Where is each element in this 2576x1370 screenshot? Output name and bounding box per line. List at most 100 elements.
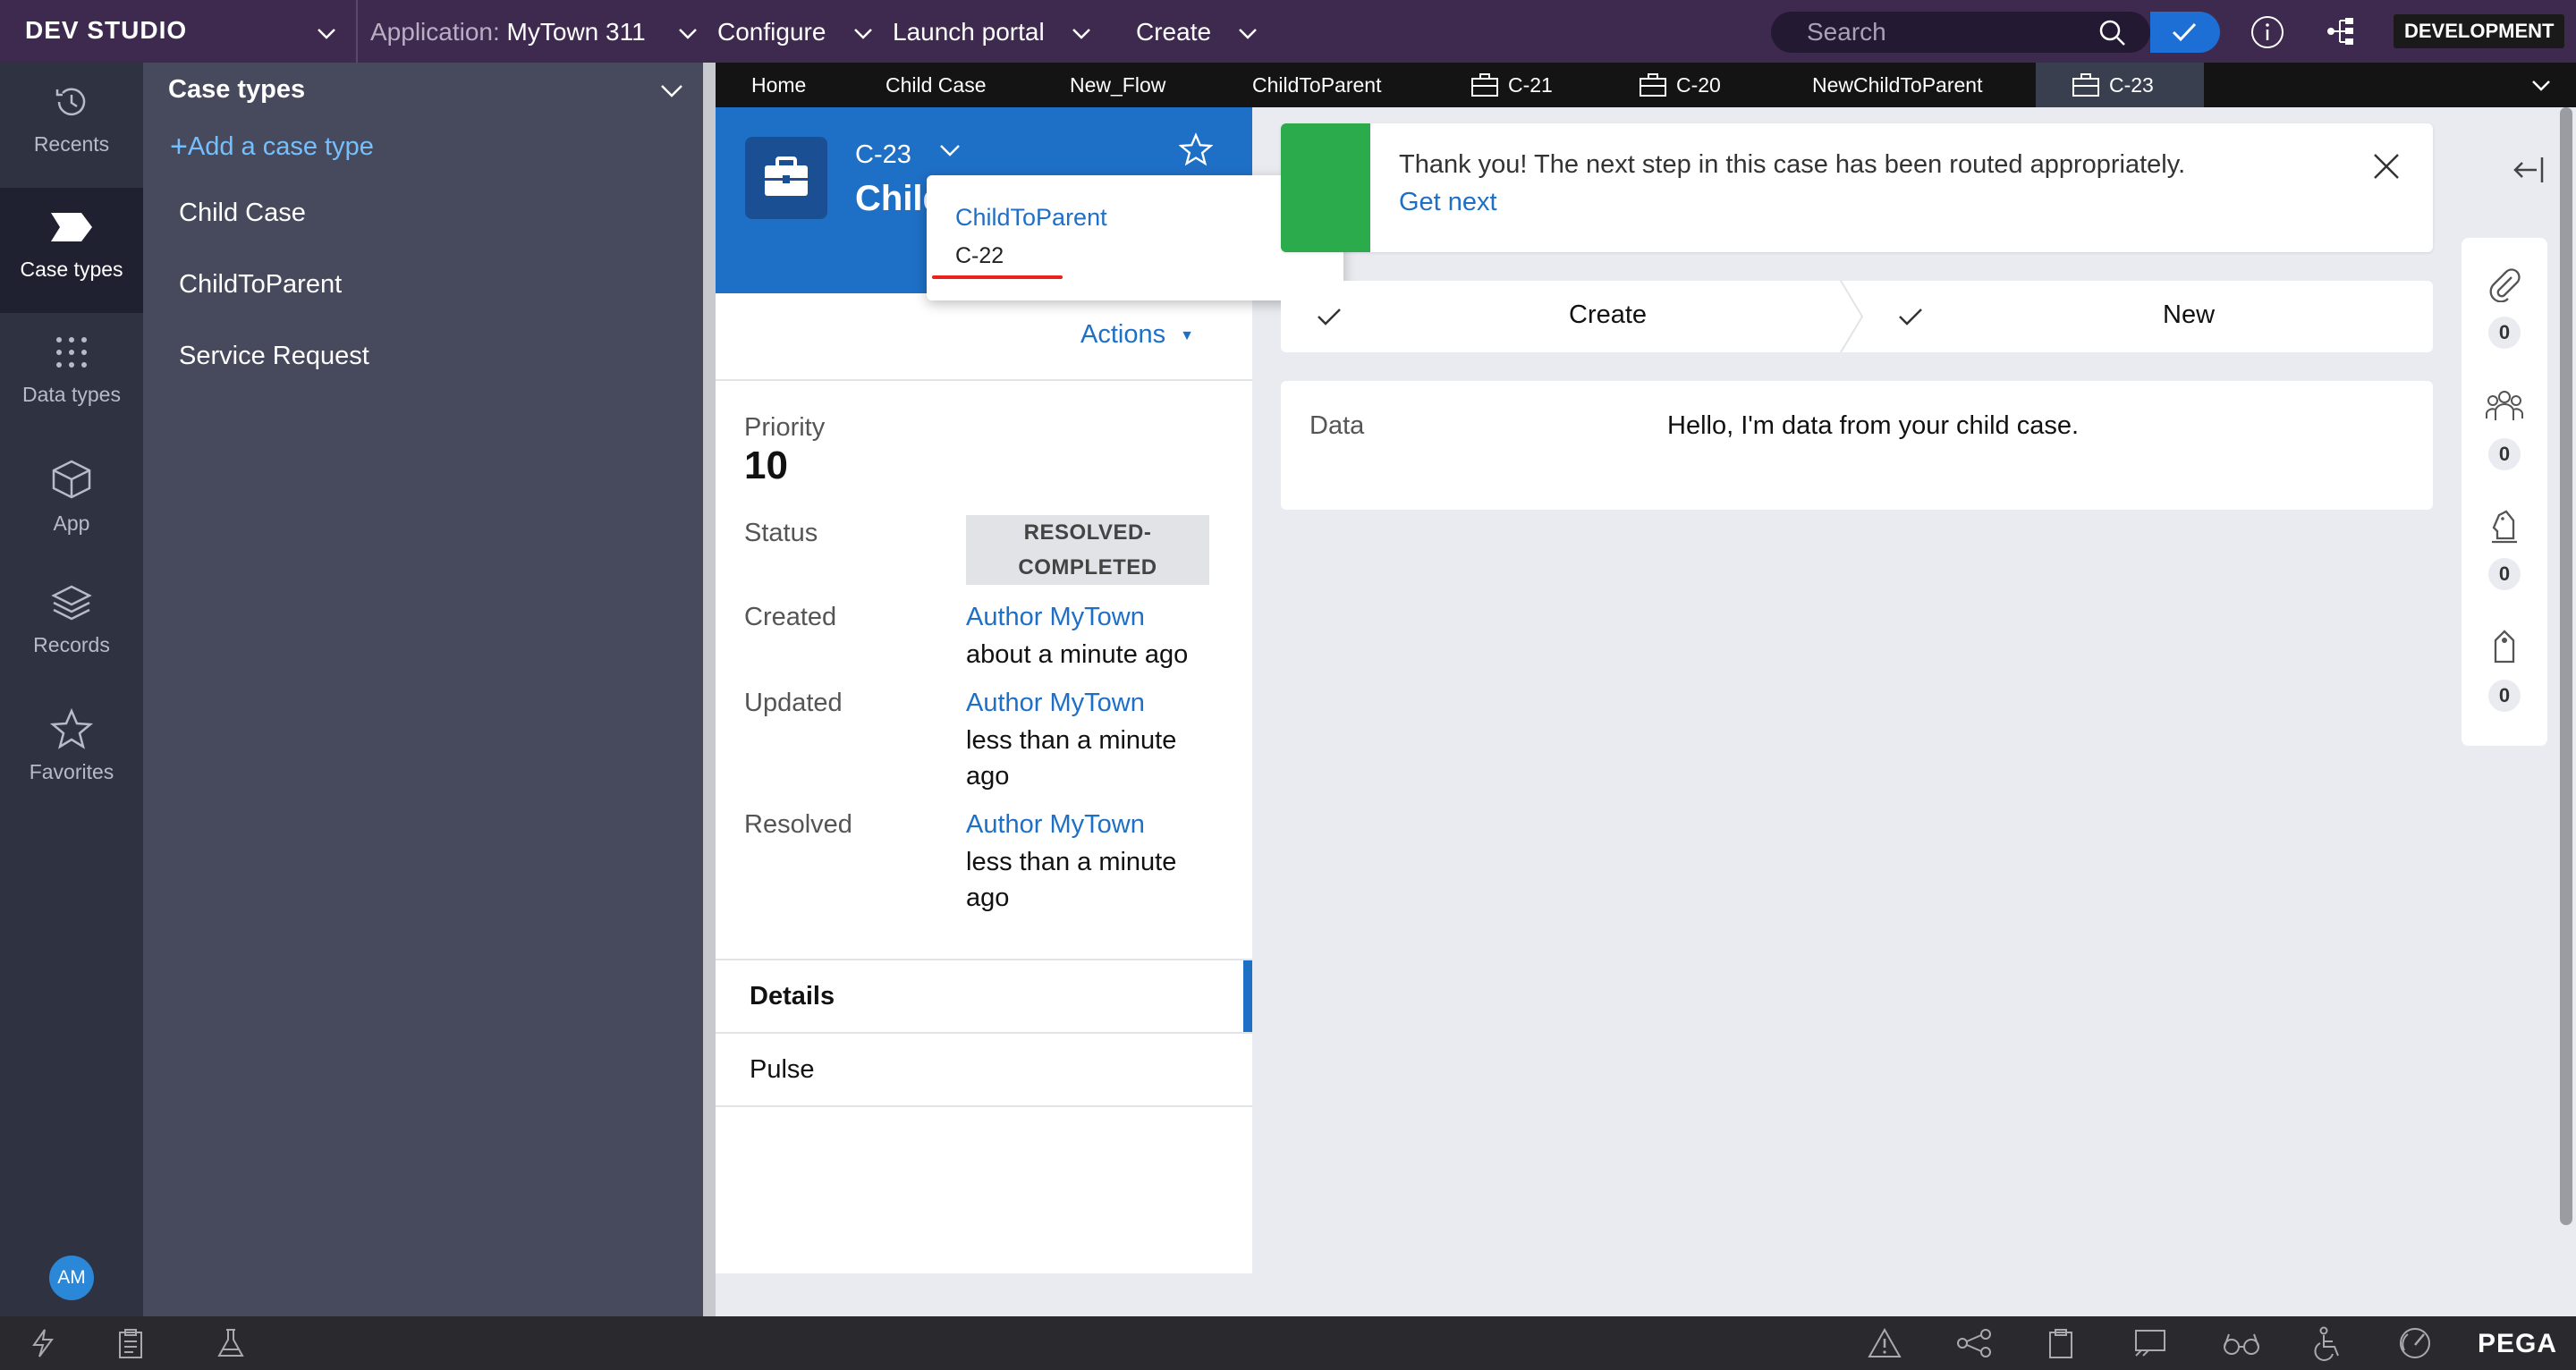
- collapse-panel-icon[interactable]: [2512, 154, 2547, 186]
- tab-newchildtoparent[interactable]: NewChildToParent: [1812, 63, 1982, 107]
- priority-label: Priority: [744, 413, 826, 442]
- utilities-panel: 0 0 0 0: [2462, 238, 2547, 746]
- updated-by-link[interactable]: Author MyTown: [966, 689, 1145, 718]
- tab-c-20[interactable]: C-20: [1639, 63, 1721, 107]
- resolved-by-link[interactable]: Author MyTown: [966, 810, 1145, 840]
- glasses-icon[interactable]: [2222, 1327, 2261, 1359]
- tab-childtoparent[interactable]: ChildToParent: [1252, 63, 1381, 107]
- rail-item-app[interactable]: App: [0, 438, 143, 563]
- tab-new-flow[interactable]: New_Flow: [1070, 63, 1165, 107]
- close-icon[interactable]: [2370, 150, 2402, 182]
- search-scope-button[interactable]: [2150, 12, 2220, 53]
- clipboard-icon[interactable]: [2045, 1327, 2077, 1359]
- resolved-when-line-1: less than a minute: [966, 848, 1177, 876]
- tag-icon[interactable]: [2488, 628, 2521, 665]
- rail-item-data-types[interactable]: Data types: [0, 313, 143, 438]
- search-input[interactable]: [1807, 17, 2075, 47]
- panel-splitter[interactable]: [703, 63, 716, 1316]
- updated-when-line-2: ago: [966, 762, 1010, 791]
- rail-item-records[interactable]: Records: [0, 563, 143, 689]
- updated-when-line-1: less than a minute: [966, 726, 1177, 755]
- stakeholders-count: 0: [2488, 558, 2521, 590]
- tracer-nodes-icon[interactable]: [1955, 1327, 1995, 1359]
- search-icon[interactable]: [2098, 19, 2127, 47]
- application-menu[interactable]: Application: MyTown 311: [370, 18, 646, 47]
- actions-menu-button[interactable]: Actions ▼: [1080, 320, 1194, 350]
- rail-item-recents[interactable]: Recents: [0, 63, 143, 188]
- divider: [716, 379, 1252, 381]
- created-by-link[interactable]: Author MyTown: [966, 603, 1145, 632]
- briefcase-icon: [1640, 73, 1666, 97]
- status-line-2: COMPLETED: [1018, 555, 1157, 579]
- subnav-details[interactable]: Details: [716, 960, 1252, 1032]
- rail-item-case-types[interactable]: Case types: [0, 188, 143, 313]
- case-types-title: Case types: [168, 75, 306, 104]
- performance-gauge-icon[interactable]: [2397, 1325, 2433, 1361]
- configure-chevron-down-icon[interactable]: [850, 20, 877, 47]
- lightning-icon[interactable]: [27, 1327, 59, 1359]
- stakeholders-chess-knight-icon[interactable]: [2487, 508, 2522, 545]
- case-type-item[interactable]: Service Request: [179, 342, 369, 371]
- resolved-label: Resolved: [744, 810, 852, 839]
- stage-create: Create: [1569, 300, 1648, 329]
- created-label: Created: [744, 603, 837, 631]
- case-type-item[interactable]: ChildToParent: [179, 270, 342, 300]
- status-badge: RESOLVED- COMPLETED: [966, 515, 1209, 585]
- parent-case-id[interactable]: C-22: [955, 243, 1004, 269]
- followers-people-icon[interactable]: [2485, 388, 2524, 424]
- parent-case-type-link[interactable]: ChildToParent: [955, 204, 1107, 232]
- resolved-when-line-2: ago: [966, 884, 1010, 912]
- tags-count: 0: [2488, 680, 2521, 712]
- create-chevron-down-icon[interactable]: [1234, 20, 1261, 47]
- case-types-collapse-chevron-down-icon[interactable]: [657, 75, 687, 106]
- plus-icon: +: [170, 130, 188, 164]
- subnav-pulse[interactable]: Pulse: [716, 1034, 1252, 1105]
- briefcase-icon: [765, 156, 808, 196]
- app-explorer-icon[interactable]: [2324, 14, 2358, 48]
- grid-dots-icon: [56, 337, 87, 368]
- clipboard-checklist-icon[interactable]: [114, 1327, 147, 1359]
- nav-rail: Recents Case types Data types App Record…: [0, 63, 143, 1316]
- vertical-scrollbar[interactable]: [2560, 107, 2572, 1225]
- rail-label-favorites: Favorites: [29, 760, 114, 783]
- launch-portal-chevron-down-icon[interactable]: [1068, 20, 1095, 47]
- avatar[interactable]: AM: [49, 1256, 94, 1300]
- actions-label: Actions: [1080, 320, 1166, 349]
- tabs-overflow-chevron-down-icon[interactable]: [2528, 72, 2555, 98]
- flask-icon[interactable]: [215, 1327, 247, 1359]
- tab-c-23[interactable]: C-23: [2036, 63, 2204, 107]
- success-stripe: [1281, 123, 1370, 252]
- launch-portal-menu[interactable]: Launch portal: [893, 18, 1045, 47]
- info-icon[interactable]: [2250, 14, 2285, 50]
- stage-separator-chevron: [1839, 281, 1866, 352]
- create-menu[interactable]: Create: [1136, 18, 1211, 47]
- case-type-item[interactable]: Child Case: [179, 199, 306, 228]
- case-id-chevron-down-icon[interactable]: [936, 136, 964, 165]
- attachment-paperclip-icon[interactable]: [2487, 266, 2522, 302]
- favorite-star-icon[interactable]: [1179, 132, 1213, 166]
- accessibility-icon[interactable]: [2309, 1325, 2345, 1361]
- tab-home[interactable]: Home: [751, 63, 806, 107]
- tab-child-case[interactable]: Child Case: [886, 63, 987, 107]
- followers-count: 0: [2488, 438, 2521, 470]
- tab-label: C-21: [1508, 73, 1553, 97]
- application-name: MyTown 311: [506, 18, 646, 46]
- application-chevron-down-icon[interactable]: [674, 20, 701, 47]
- warning-icon[interactable]: [1868, 1327, 1902, 1359]
- tab-label: NewChildToParent: [1812, 73, 1983, 97]
- rail-item-favorites[interactable]: Favorites: [0, 689, 143, 814]
- tab-label: C-23: [2109, 73, 2154, 97]
- live-ui-icon[interactable]: [2132, 1327, 2168, 1359]
- studio-switcher-chevron-down-icon[interactable]: [313, 20, 340, 47]
- document-tabs-bar: Home Child Case New_Flow ChildToParent C…: [716, 63, 2576, 107]
- get-next-link[interactable]: Get next: [1399, 188, 1497, 217]
- check-icon: [1315, 302, 1343, 331]
- tab-c-21[interactable]: C-21: [1470, 63, 1553, 107]
- created-when: about a minute ago: [966, 640, 1189, 669]
- developer-toolbar: PEGA: [0, 1316, 2576, 1370]
- layers-icon: [51, 585, 92, 621]
- tab-label: New_Flow: [1070, 73, 1166, 97]
- add-case-type-link[interactable]: +Add a case type: [170, 130, 374, 165]
- configure-menu[interactable]: Configure: [717, 18, 826, 47]
- status-line-1: RESOLVED-: [1023, 520, 1152, 545]
